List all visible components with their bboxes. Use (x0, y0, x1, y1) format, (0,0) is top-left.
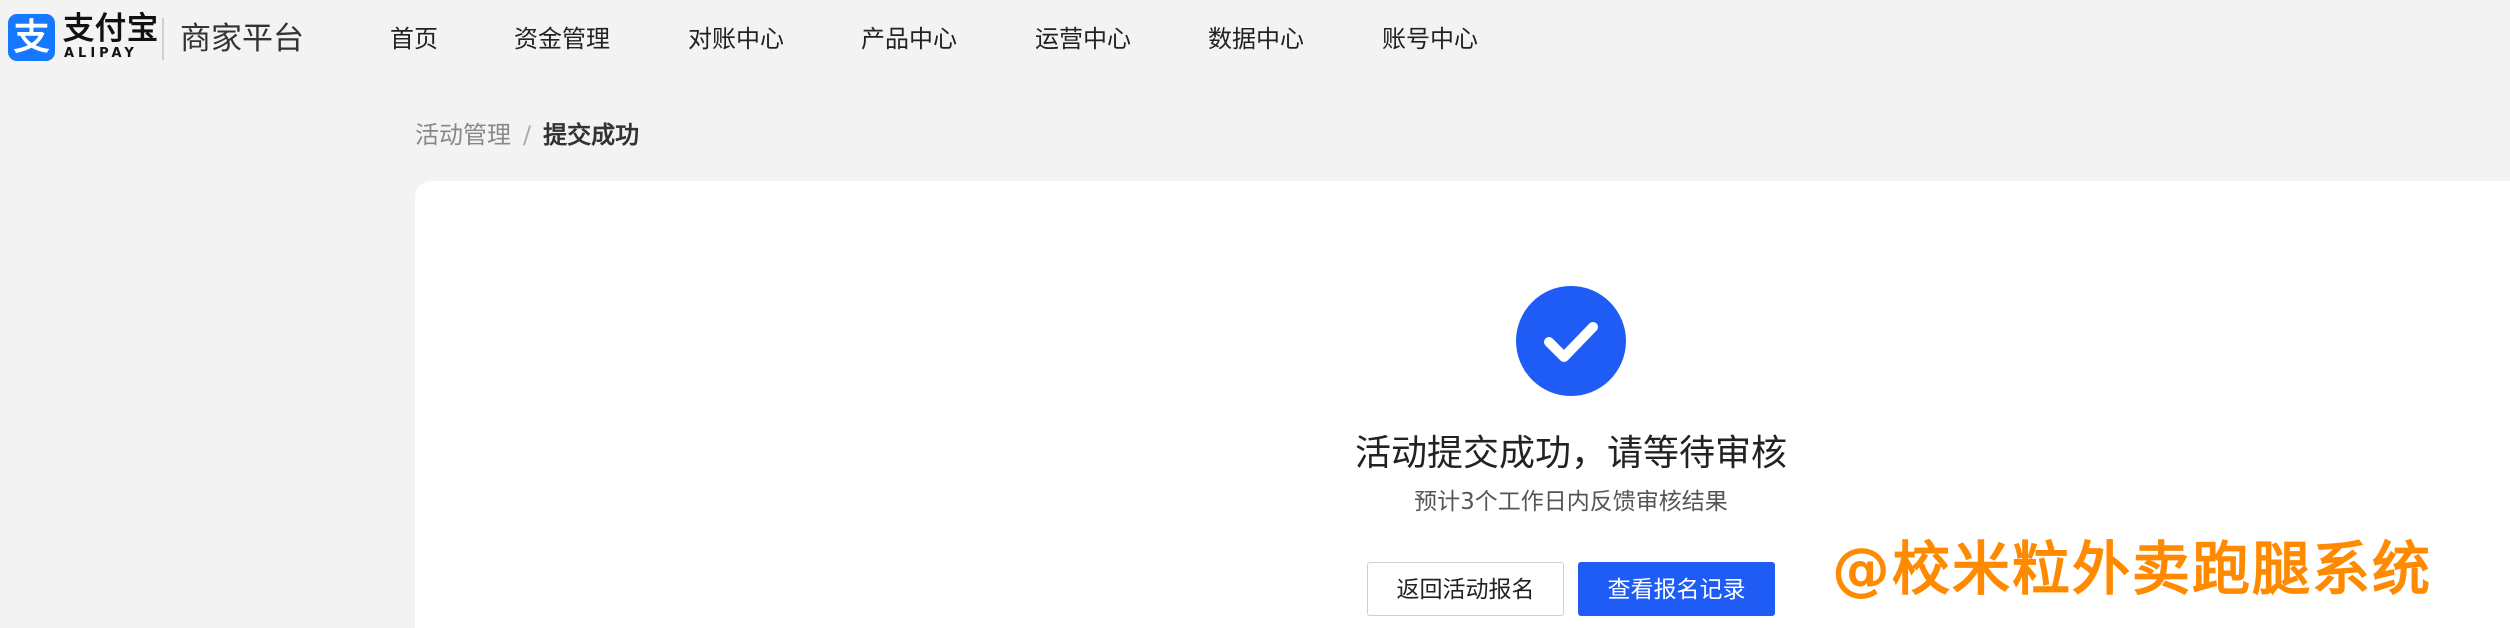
platform-title: 商家平台 (180, 21, 304, 57)
logo-divider (162, 18, 164, 60)
nav-item-account[interactable]: 账号中心 (1382, 20, 1478, 58)
breadcrumb-parent[interactable]: 活动管理 (415, 121, 511, 149)
nav-item-products[interactable]: 产品中心 (861, 20, 957, 58)
nav-item-operations[interactable]: 运营中心 (1035, 20, 1131, 58)
alipay-logo-icon[interactable]: 支 (8, 14, 55, 61)
check-circle-icon (1516, 286, 1626, 396)
result-title: 活动提交成功，请等待审核 (1354, 433, 1787, 474)
brand-name-en: ALIPAY (64, 46, 138, 61)
breadcrumb-separator: / (523, 121, 532, 149)
top-header: 支 支付宝 ALIPAY 商家平台 首页 资金管理 对账中心 产品中心 运营中心… (0, 0, 2510, 78)
nav-item-home[interactable]: 首页 (390, 20, 438, 58)
back-to-activity-button[interactable]: 返回活动报名 (1367, 562, 1564, 616)
nav-item-data[interactable]: 数据中心 (1208, 20, 1304, 58)
result-subtitle: 预计3个工作日内反馈审核结果 (1414, 489, 1728, 515)
nav-item-reconciliation[interactable]: 对账中心 (688, 20, 784, 58)
watermark-text: @校米粒外卖跑腿系统 (1832, 535, 2433, 603)
brand-name-cn[interactable]: 支付宝 (63, 12, 159, 46)
breadcrumb: 活动管理 / 提交成功 (415, 118, 639, 152)
view-records-button[interactable]: 查看报名记录 (1578, 562, 1775, 616)
nav-item-funds[interactable]: 资金管理 (514, 20, 610, 58)
breadcrumb-current: 提交成功 (543, 121, 640, 149)
